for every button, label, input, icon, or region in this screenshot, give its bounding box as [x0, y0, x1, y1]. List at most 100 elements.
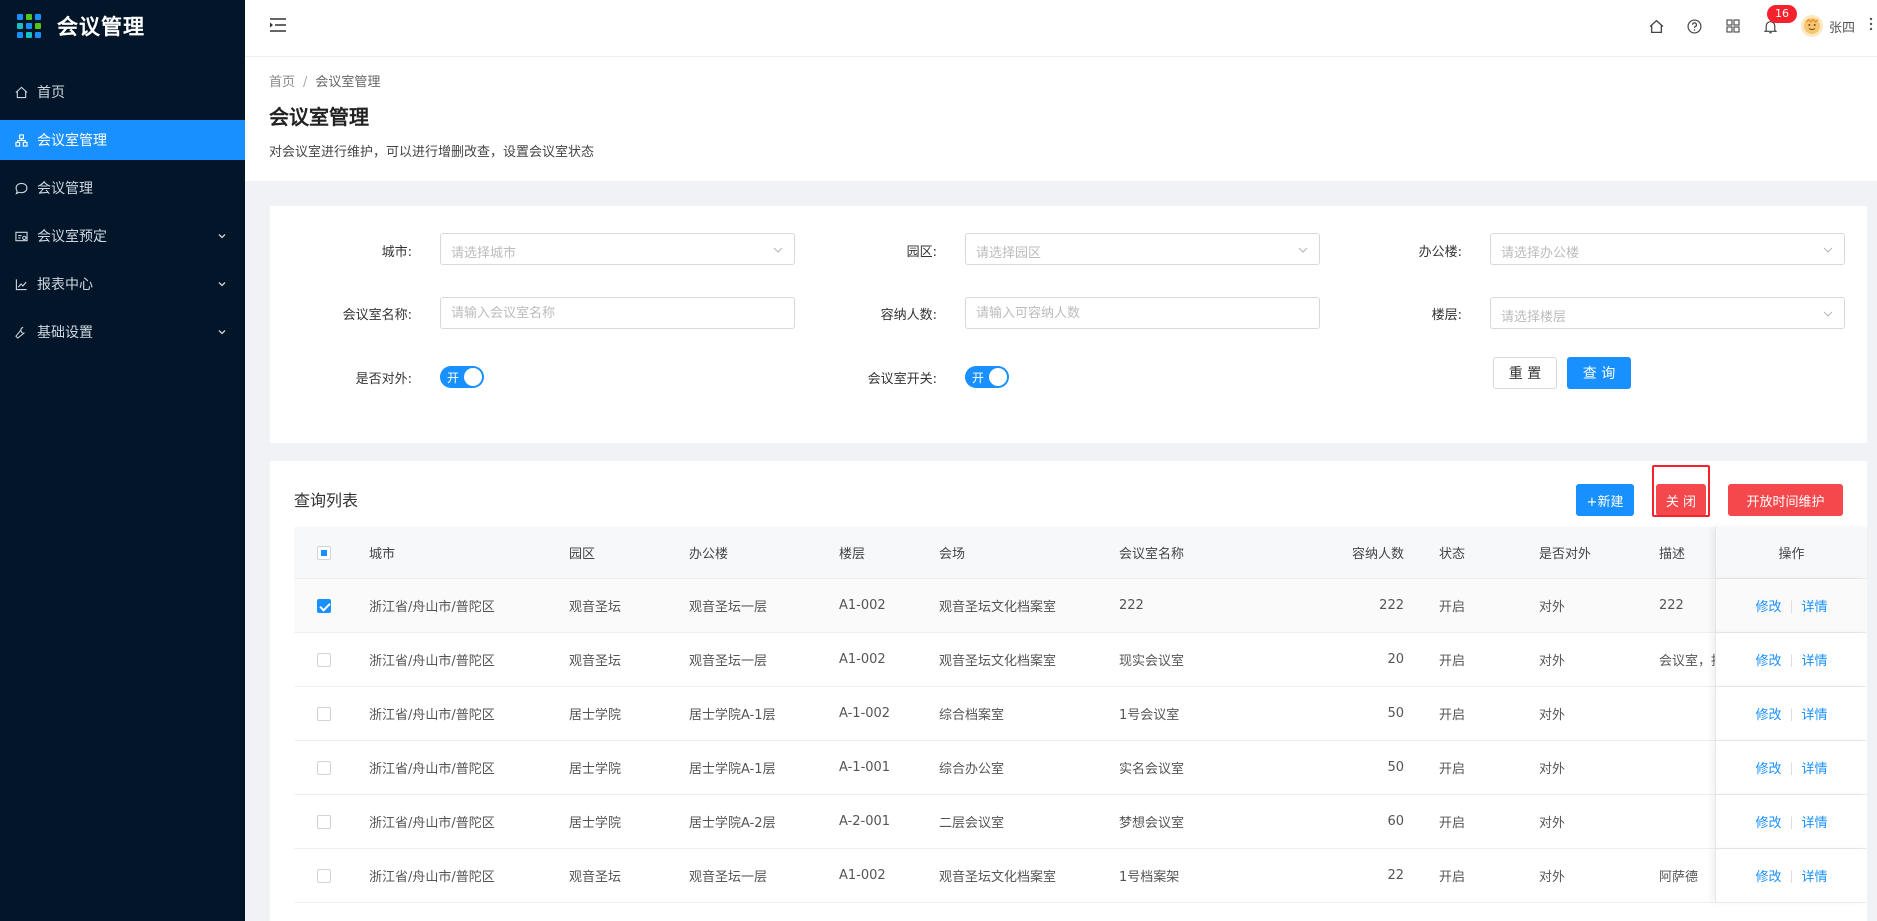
sidebar-item-meeting-management[interactable]: 会议管理 — [0, 168, 245, 208]
sidebar-menu: 首页 会议室管理 会议管理 会议室预定 报表中心 基础设置 — [0, 72, 245, 352]
table-row[interactable]: 浙江省/舟山市/普陀区 居士学院 居士学院A-1层 A-1-001 综合办公室 实名会议室… — [294, 741, 1867, 795]
detail-link[interactable]: 详情 — [1802, 704, 1828, 723]
detail-link[interactable]: 详情 — [1802, 812, 1828, 831]
column-header-ops: 操作 — [1715, 527, 1867, 578]
table-row[interactable]: 浙江省/舟山市/普陀区 观音圣坛 观音圣坛一层 A1-002 观音圣坛文化档案室 1号档案… — [294, 849, 1867, 903]
more-vertical-icon[interactable] — [1869, 17, 1873, 35]
table-header: 城市 园区 办公楼 楼层 会场 会议室名称 容纳人数 状态 是否对外 描述 操作 — [294, 527, 1867, 579]
row-checkbox[interactable] — [317, 652, 331, 667]
result-list-panel: 查询列表 +新建 关 闭 开放时间维护 城市 园区 办公楼 楼层 会场 会议室名… — [270, 461, 1867, 921]
row-actions: 修改 | 详情 — [1715, 795, 1867, 848]
park-select[interactable]: 请选择园区 — [965, 233, 1320, 265]
detail-link[interactable]: 详情 — [1802, 758, 1828, 777]
cell-status: 开启 — [1439, 600, 1466, 615]
row-checkbox[interactable] — [317, 868, 331, 883]
cell-park: 观音圣坛 — [569, 600, 622, 615]
cell-capacity: 22 — [1387, 868, 1404, 883]
chevron-down-icon — [217, 229, 227, 245]
cell-room-name: 1号会议室 — [1119, 708, 1180, 723]
park-select-placeholder: 请选择园区 — [976, 246, 1042, 261]
cell-floor: A1-002 — [839, 598, 886, 613]
cell-city: 浙江省/舟山市/普陀区 — [369, 762, 495, 777]
capacity-input[interactable] — [965, 297, 1320, 329]
edit-link[interactable]: 修改 — [1755, 596, 1781, 615]
cell-status: 开启 — [1439, 870, 1466, 885]
sidebar-item-basic-settings[interactable]: 基础设置 — [0, 312, 245, 352]
cell-status: 开启 — [1439, 708, 1466, 723]
detail-link[interactable]: 详情 — [1802, 650, 1828, 669]
page-header: 首页 / 会议室管理 会议室管理 对会议室进行维护，可以进行增删改查，设置会议室状态 — [245, 57, 1877, 181]
reset-button[interactable]: 重 置 — [1493, 357, 1557, 389]
detail-link[interactable]: 详情 — [1802, 596, 1828, 615]
column-header-building: 办公楼 — [689, 547, 729, 562]
chevron-down-icon — [1822, 244, 1834, 260]
edit-link[interactable]: 修改 — [1755, 704, 1781, 723]
cell-external: 对外 — [1539, 708, 1566, 723]
action-divider: | — [1789, 706, 1794, 721]
table-row[interactable]: 浙江省/舟山市/普陀区 居士学院 居士学院A-1层 A-1-002 综合档案室 1号会议室… — [294, 687, 1867, 741]
home-icon[interactable] — [1649, 18, 1665, 34]
city-select[interactable]: 请选择城市 — [440, 233, 795, 265]
sidebar-item-meeting-room-management[interactable]: 会议室管理 — [0, 120, 245, 160]
row-checkbox[interactable] — [317, 706, 331, 721]
action-divider: | — [1789, 760, 1794, 775]
breadcrumb-current: 会议室管理 — [315, 75, 381, 90]
query-button[interactable]: 查 询 — [1567, 357, 1631, 389]
chevron-down-icon — [217, 325, 227, 341]
breadcrumb-home-link[interactable]: 首页 — [269, 75, 295, 90]
room-name-input[interactable] — [440, 297, 795, 329]
row-actions: 修改 | 详情 — [1715, 687, 1867, 740]
building-select[interactable]: 请选择办公楼 — [1490, 233, 1845, 265]
external-switch[interactable]: 开 — [440, 366, 484, 388]
page-title: 会议室管理 — [269, 105, 369, 129]
list-title: 查询列表 — [294, 491, 359, 510]
sidebar-item-report-center[interactable]: 报表中心 — [0, 264, 245, 304]
table-row[interactable]: 浙江省/舟山市/普陀区 居士学院 居士学院A-2层 A-2-001 二层会议室 梦想会议室… — [294, 795, 1867, 849]
row-checkbox[interactable] — [317, 598, 331, 613]
avatar[interactable] — [1800, 15, 1823, 37]
cell-building: 观音圣坛一层 — [689, 654, 768, 669]
new-button[interactable]: +新建 — [1576, 484, 1634, 516]
user-name[interactable]: 张四 — [1829, 17, 1855, 36]
top-header: 16 张四 — [245, 0, 1877, 57]
cell-description — [1659, 795, 1715, 848]
select-all-checkbox[interactable] — [317, 545, 331, 560]
sidebar-item-room-booking[interactable]: 会议室预定 — [0, 216, 245, 256]
meeting-room-icon — [14, 133, 28, 147]
menu-fold-icon[interactable] — [269, 17, 287, 37]
chevron-down-icon — [1297, 244, 1309, 260]
sidebar: 会议管理 首页 会议室管理 会议管理 会议室预定 报表中心 基础设置 — [0, 0, 245, 921]
cell-external: 对外 — [1539, 870, 1566, 885]
chat-icon — [14, 181, 28, 195]
column-header-description: 描述 — [1659, 547, 1686, 562]
edit-link[interactable]: 修改 — [1755, 866, 1781, 885]
cell-capacity: 50 — [1387, 706, 1404, 721]
cell-floor: A1-002 — [839, 868, 886, 883]
cell-external: 对外 — [1539, 762, 1566, 777]
edit-link[interactable]: 修改 — [1755, 650, 1781, 669]
cell-external: 对外 — [1539, 816, 1566, 831]
detail-link[interactable]: 详情 — [1802, 866, 1828, 885]
cell-city: 浙江省/舟山市/普陀区 — [369, 600, 495, 615]
cell-floor: A-1-002 — [839, 706, 891, 721]
table-row[interactable]: 浙江省/舟山市/普陀区 观音圣坛 观音圣坛一层 A1-002 观音圣坛文化档案室 222 2… — [294, 579, 1867, 633]
action-divider: | — [1789, 598, 1794, 613]
row-checkbox[interactable] — [317, 814, 331, 829]
help-icon[interactable] — [1687, 18, 1703, 34]
floor-select[interactable]: 请选择楼层 — [1490, 297, 1845, 329]
app-grid-logo-icon — [17, 14, 41, 38]
row-checkbox[interactable] — [317, 760, 331, 775]
header-actions: 16 张四 — [1649, 0, 1877, 52]
apps-grid-icon[interactable] — [1725, 18, 1741, 34]
open-time-maintenance-button[interactable]: 开放时间维护 — [1728, 484, 1843, 516]
table-row[interactable]: 浙江省/舟山市/普陀区 观音圣坛 观音圣坛一层 A1-002 观音圣坛文化档案室 现实会议… — [294, 633, 1867, 687]
bell-icon[interactable]: 16 — [1763, 5, 1797, 34]
sidebar-item-home[interactable]: 首页 — [0, 72, 245, 112]
edit-link[interactable]: 修改 — [1755, 758, 1781, 777]
row-checkbox-cell — [317, 849, 331, 902]
edit-link[interactable]: 修改 — [1755, 812, 1781, 831]
cell-city: 浙江省/舟山市/普陀区 — [369, 816, 495, 831]
cell-building: 居士学院A-1层 — [689, 708, 776, 723]
room-switch[interactable]: 开 — [965, 366, 1009, 388]
action-divider: | — [1789, 814, 1794, 829]
